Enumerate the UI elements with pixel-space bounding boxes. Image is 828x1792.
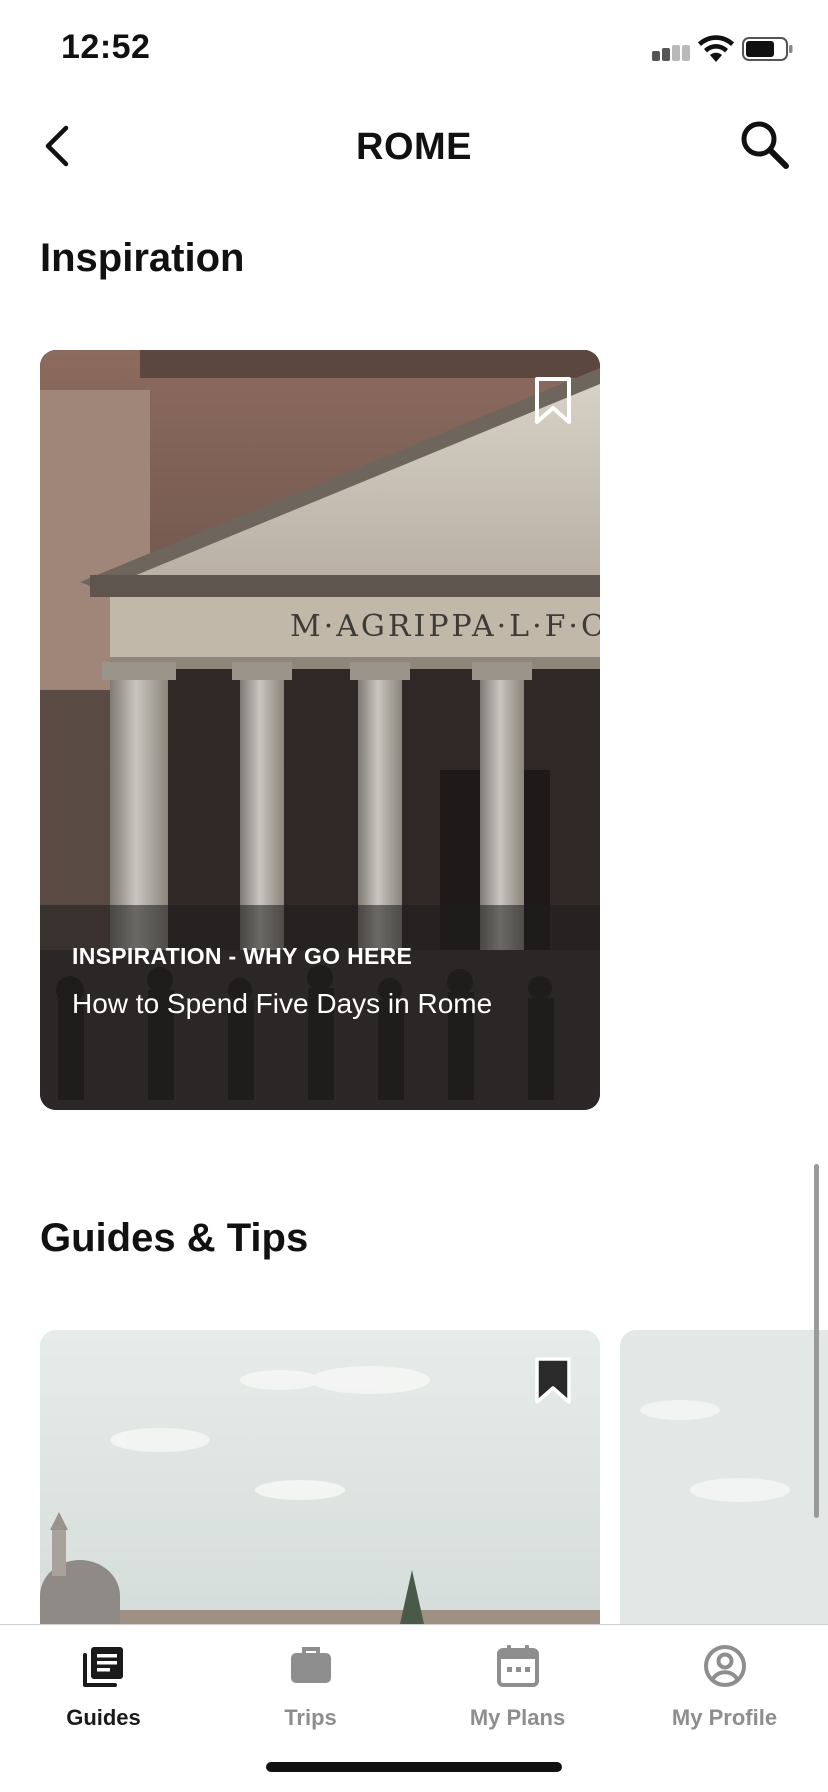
tab-trips[interactable]: Trips — [207, 1625, 414, 1745]
tab-label: My Profile — [671, 1705, 778, 1730]
guides-card[interactable] — [40, 1330, 600, 1624]
card-title: How to Spend Five Days in Rome — [72, 988, 493, 1019]
status-bar: 12:52 — [0, 0, 828, 96]
guides-card-next[interactable] — [620, 1330, 828, 1624]
section-title-inspiration: Inspiration — [40, 236, 245, 280]
svg-text:M·AGRIPPA·L·F·COS: M·AGRIPPA·L·F·COS — [290, 609, 600, 644]
guides-icon — [82, 1647, 123, 1687]
sky-photo — [620, 1330, 828, 1624]
home-indicator — [266, 1762, 562, 1772]
tab-guides[interactable]: Guides — [0, 1625, 207, 1745]
cellular-signal-icon — [652, 45, 692, 61]
navigation-bar: ROME — [0, 96, 828, 202]
tab-label: Trips — [284, 1705, 337, 1730]
search-button[interactable] — [736, 116, 792, 172]
page-title: ROME — [356, 126, 472, 168]
inspiration-card[interactable]: M·AGRIPPA·L·F·COS INSPIRATION - WHY GO H… — [40, 350, 600, 1110]
tab-my-plans[interactable]: My Plans — [414, 1625, 621, 1745]
battery-icon — [742, 37, 793, 61]
tab-my-profile[interactable]: My Profile — [621, 1625, 828, 1745]
card-category: INSPIRATION - WHY GO HERE — [72, 943, 413, 969]
bookmark-filled-icon[interactable] — [533, 1356, 573, 1406]
section-title-guides: Guides & Tips — [40, 1216, 309, 1260]
rome-skyline-photo — [40, 1330, 600, 1624]
status-time: 12:52 — [61, 28, 151, 66]
tab-label: My Plans — [469, 1705, 566, 1730]
briefcase-icon — [290, 1647, 331, 1683]
wifi-icon — [698, 35, 734, 62]
bookmark-outline-icon[interactable] — [533, 376, 573, 426]
scroll-indicator[interactable] — [814, 1164, 819, 1518]
tab-label: Guides — [66, 1705, 141, 1730]
card-caption-overlay: INSPIRATION - WHY GO HERE How to Spend F… — [40, 905, 600, 1110]
search-icon — [741, 121, 789, 169]
profile-icon — [703, 1645, 746, 1687]
calendar-icon — [496, 1645, 539, 1687]
